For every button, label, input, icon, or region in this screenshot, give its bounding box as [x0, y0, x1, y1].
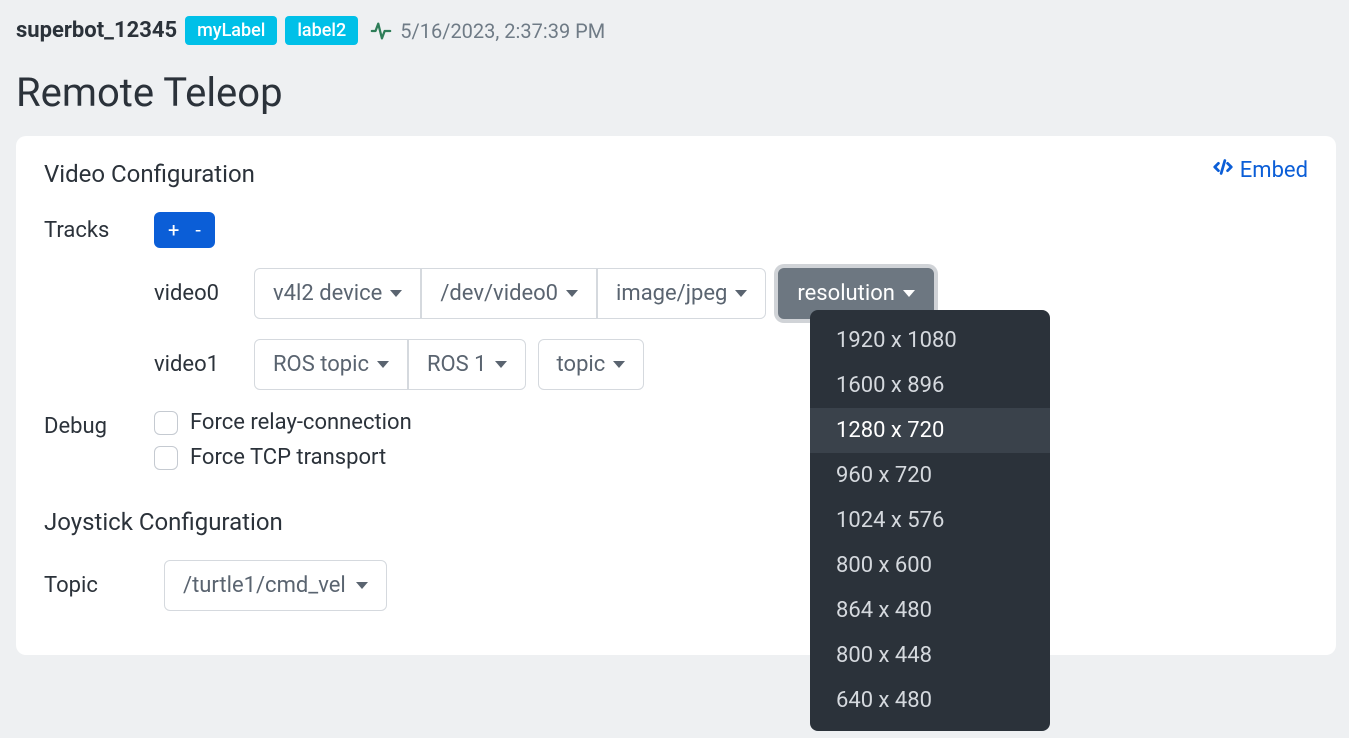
header: superbot_12345 myLabel label2 5/16/2023,…: [16, 16, 1333, 45]
track-row-1: video1 ROS topic ROS 1 topic: [44, 339, 1308, 390]
track1-topic-label: topic: [557, 352, 606, 377]
resolution-option[interactable]: 1920 x 1080: [810, 318, 1050, 363]
debug-label: Debug: [44, 410, 154, 439]
debug-options: Force relay-connection Force TCP transpo…: [154, 410, 412, 480]
debug-row: Debug Force relay-connection Force TCP t…: [44, 410, 1308, 480]
track0-source-dropdown[interactable]: v4l2 device: [254, 268, 421, 319]
joystick-topic-dropdown[interactable]: /turtle1/cmd_vel: [164, 560, 387, 611]
page-title: Remote Teleop: [16, 69, 1333, 116]
robot-name: superbot_12345: [16, 18, 177, 43]
track1-topic-dropdown[interactable]: topic: [538, 339, 645, 390]
track0-device-value: /dev/video0: [440, 281, 558, 306]
track-name-1: video1: [154, 352, 254, 377]
tracks-label: Tracks: [44, 218, 154, 243]
caret-down-icon: [566, 290, 578, 297]
video-config-title: Video Configuration: [44, 160, 1308, 188]
remove-track-button[interactable]: -: [195, 218, 201, 242]
caret-down-icon: [613, 361, 625, 368]
debug-option-1: Force TCP transport: [154, 445, 412, 470]
caret-down-icon: [377, 361, 389, 368]
track-row-0: video0 v4l2 device /dev/video0 image/jpe…: [44, 268, 1308, 319]
resolution-option[interactable]: 800 x 448: [810, 633, 1050, 678]
tracks-row: Tracks + -: [44, 212, 1308, 248]
track-name-0: video0: [154, 281, 254, 306]
embed-icon: [1212, 156, 1234, 184]
track0-format-dropdown[interactable]: image/jpeg: [597, 268, 766, 319]
embed-label: Embed: [1240, 158, 1308, 183]
embed-link[interactable]: Embed: [1212, 156, 1308, 184]
caret-down-icon: [356, 582, 368, 589]
resolution-dropdown-menu: 1920 x 10801600 x 8961280 x 720960 x 720…: [810, 310, 1050, 731]
caret-down-icon: [735, 290, 747, 297]
resolution-option[interactable]: 960 x 720: [810, 453, 1050, 498]
track1-ros-dropdown[interactable]: ROS 1: [408, 339, 526, 390]
config-card: Embed Video Configuration Tracks + - vid…: [16, 136, 1336, 655]
caret-down-icon: [495, 361, 507, 368]
track1-source-dropdown[interactable]: ROS topic: [254, 339, 408, 390]
force-tcp-checkbox[interactable]: [154, 446, 178, 470]
track-controls: + -: [154, 212, 215, 248]
joystick-topic-label: Topic: [44, 573, 154, 598]
resolution-option[interactable]: 864 x 480: [810, 588, 1050, 633]
add-track-button[interactable]: +: [168, 218, 179, 242]
track0-resolution-label: resolution: [797, 281, 895, 306]
force-relay-checkbox[interactable]: [154, 411, 178, 435]
resolution-option[interactable]: 1280 x 720: [810, 408, 1050, 453]
joystick-topic-row: Topic /turtle1/cmd_vel: [44, 560, 1308, 611]
force-tcp-label: Force TCP transport: [190, 445, 386, 470]
track1-ros-value: ROS 1: [427, 352, 487, 377]
resolution-option[interactable]: 1600 x 896: [810, 363, 1050, 408]
track0-format-value: image/jpeg: [616, 281, 727, 306]
joystick-topic-value: /turtle1/cmd_vel: [183, 573, 346, 598]
resolution-option[interactable]: 1024 x 576: [810, 498, 1050, 543]
track0-source-value: v4l2 device: [273, 281, 382, 306]
heartbeat-icon: [370, 20, 392, 42]
timestamp: 5/16/2023, 2:37:39 PM: [400, 19, 605, 43]
joystick-config-title: Joystick Configuration: [44, 508, 1308, 536]
debug-option-0: Force relay-connection: [154, 410, 412, 435]
caret-down-icon: [390, 290, 402, 297]
track0-device-dropdown[interactable]: /dev/video0: [421, 268, 597, 319]
resolution-option[interactable]: 640 x 480: [810, 678, 1050, 723]
track0-group: v4l2 device /dev/video0 image/jpeg: [254, 268, 766, 319]
force-relay-label: Force relay-connection: [190, 410, 412, 435]
label-badge-1[interactable]: myLabel: [185, 16, 277, 45]
track1-source-value: ROS topic: [273, 352, 369, 377]
track1-group: ROS topic ROS 1: [254, 339, 526, 390]
caret-down-icon: [903, 290, 915, 297]
resolution-option[interactable]: 800 x 600: [810, 543, 1050, 588]
label-badge-2[interactable]: label2: [285, 16, 358, 45]
